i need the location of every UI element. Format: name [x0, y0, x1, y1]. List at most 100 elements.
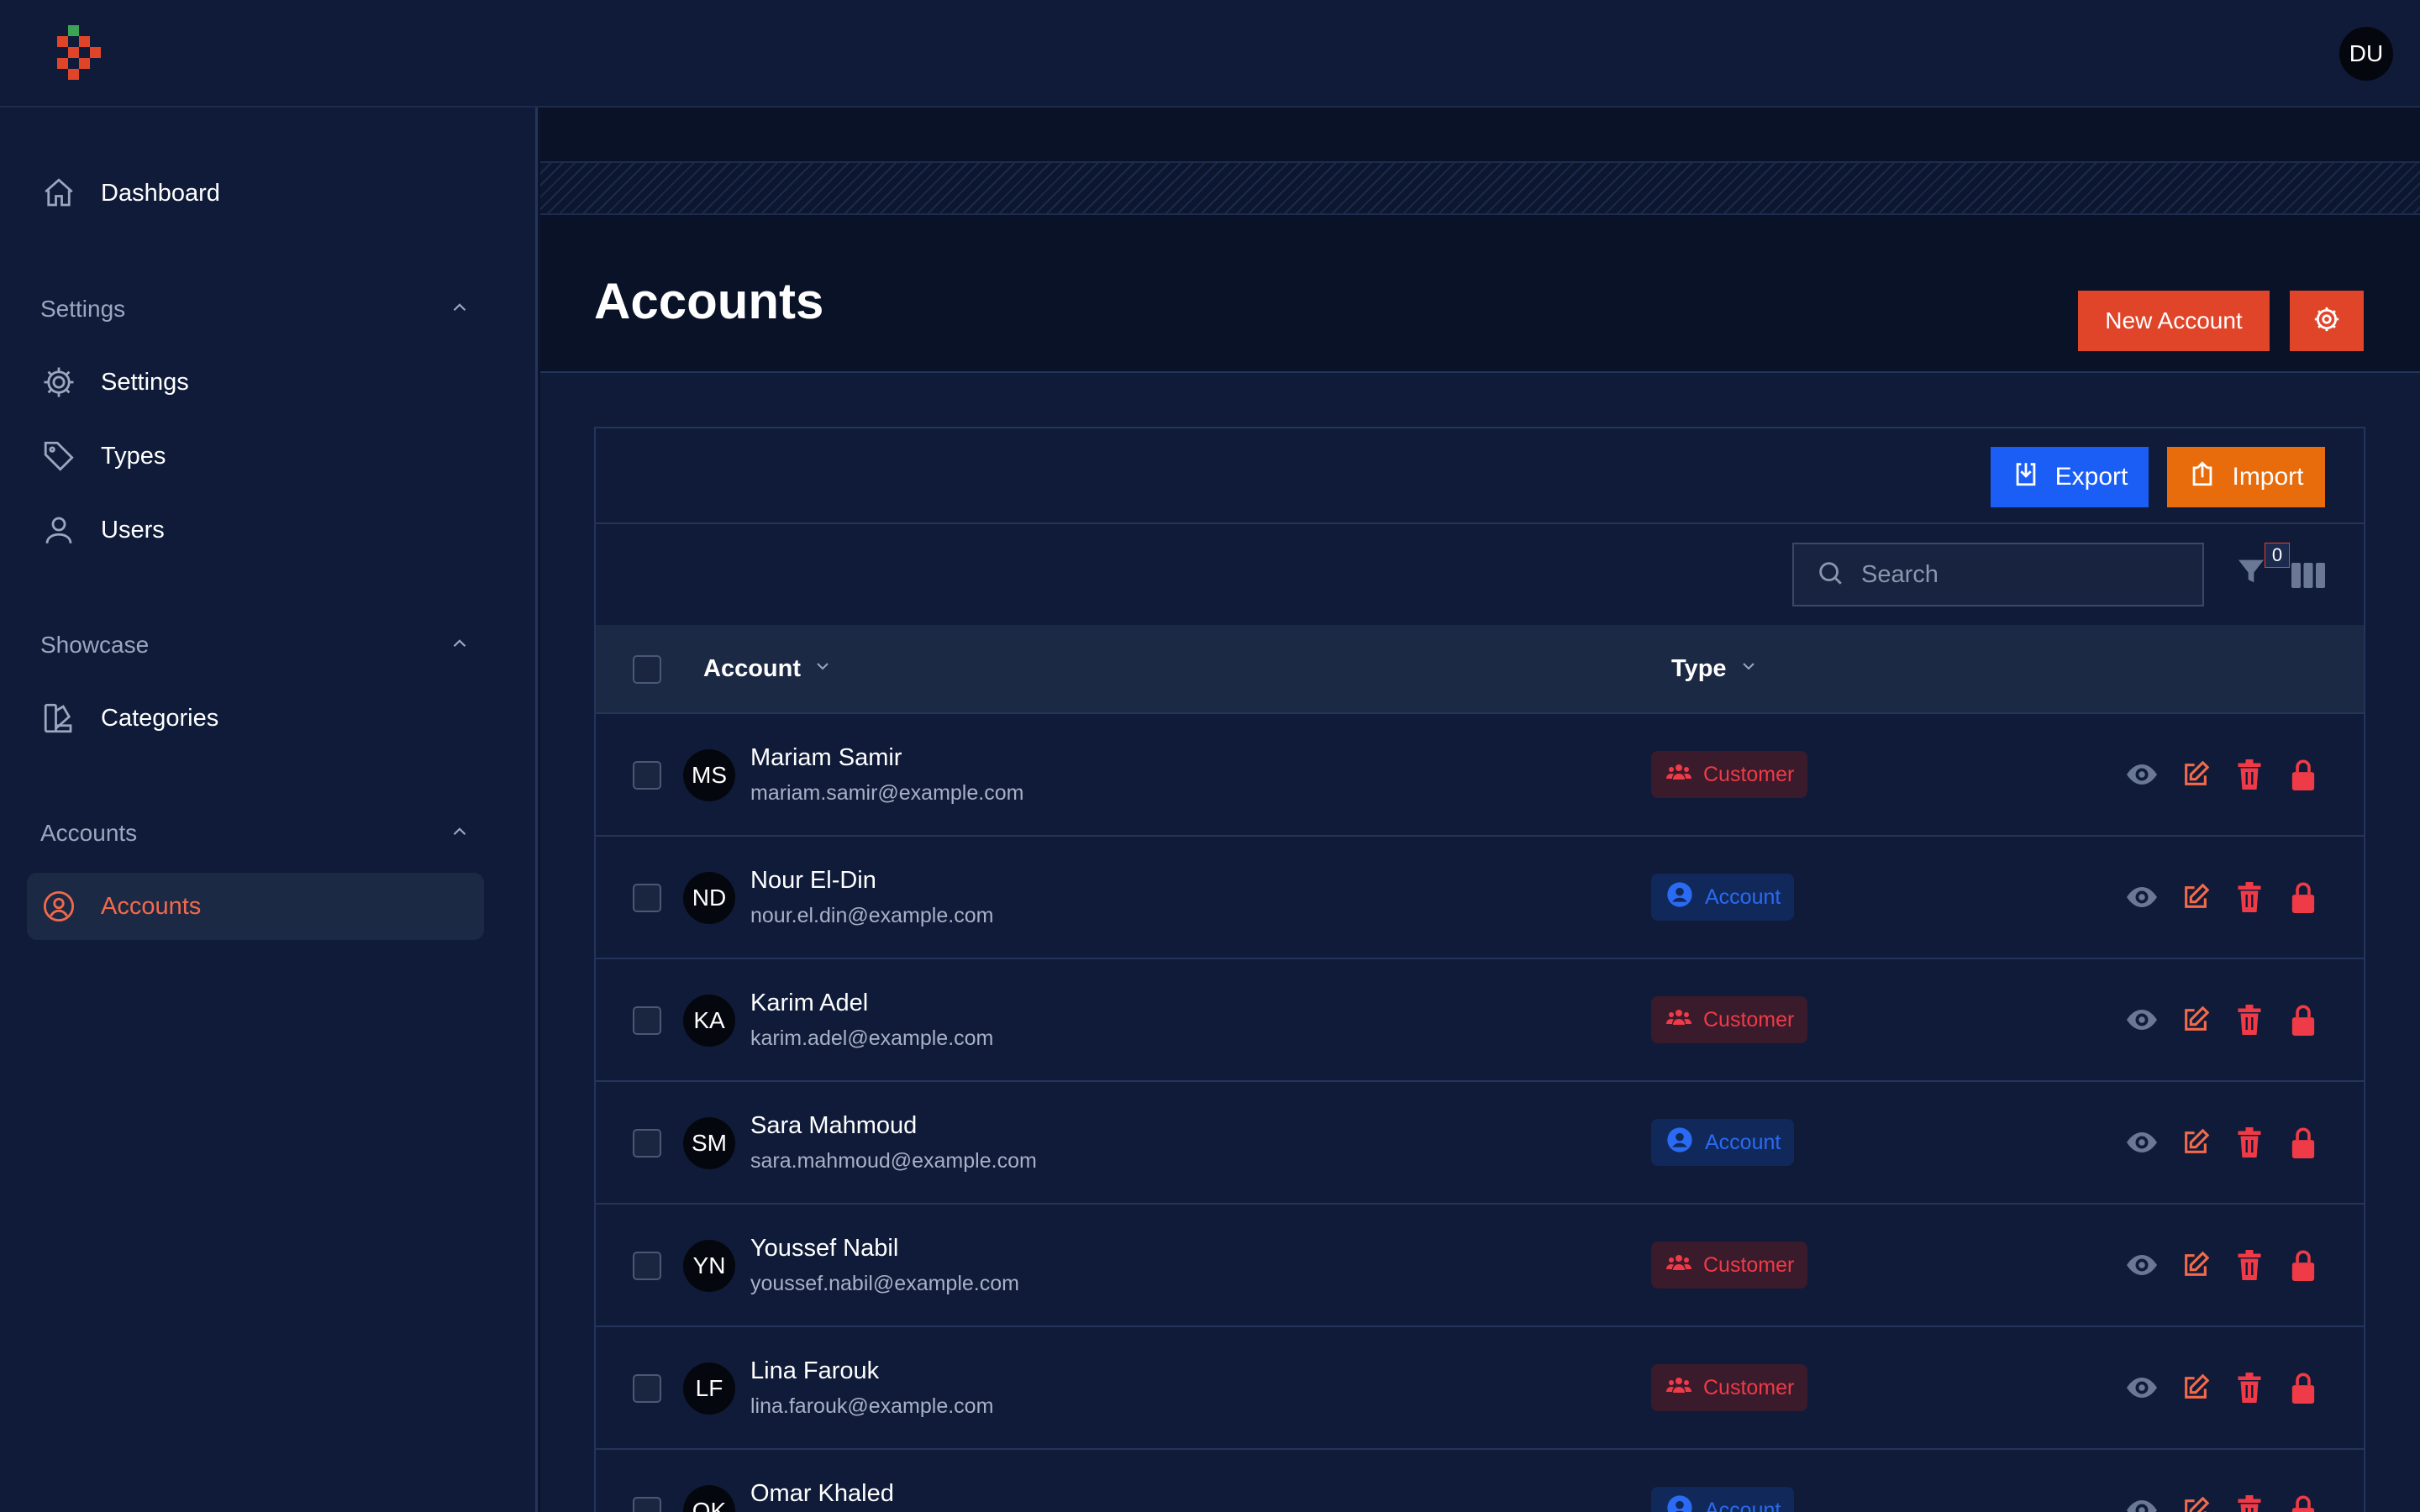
- export-button[interactable]: Export: [1991, 447, 2149, 507]
- account-name[interactable]: Nour El-Din: [750, 867, 876, 895]
- gear-icon: [40, 364, 77, 401]
- lock-icon[interactable]: [2288, 1003, 2318, 1037]
- row-checkbox[interactable]: [633, 1497, 661, 1512]
- sidebar-item-label: Dashboard: [101, 179, 220, 207]
- lock-icon[interactable]: [2288, 1126, 2318, 1159]
- edit-icon[interactable]: [2181, 1003, 2211, 1037]
- select-all-checkbox[interactable]: [633, 655, 661, 684]
- row-checkbox[interactable]: [633, 1129, 661, 1158]
- edit-icon[interactable]: [2181, 1248, 2211, 1282]
- users-group-icon: [1666, 1006, 1691, 1034]
- settings-button[interactable]: [2290, 291, 2364, 351]
- import-label: Import: [2232, 463, 2304, 491]
- search-box[interactable]: [1792, 543, 2204, 606]
- edit-icon[interactable]: [2181, 880, 2211, 914]
- app-logo[interactable]: [54, 25, 104, 84]
- sidebar-item-settings[interactable]: Settings: [27, 349, 484, 416]
- sidebar-group-accounts[interactable]: Accounts: [40, 813, 471, 853]
- view-icon[interactable]: [2127, 1248, 2157, 1282]
- table-row[interactable]: YN Youssef Nabil youssef.nabil@example.com…: [596, 1205, 2364, 1327]
- new-account-button[interactable]: New Account: [2078, 291, 2270, 351]
- row-actions: [2127, 1126, 2318, 1159]
- page-header: Accounts New Account: [540, 215, 2420, 373]
- users-group-icon: [1666, 1374, 1691, 1402]
- search-input[interactable]: [1861, 560, 2181, 589]
- sidebar-item-categories[interactable]: Categories: [27, 685, 484, 752]
- sidebar-item-accounts[interactable]: Accounts: [27, 873, 484, 940]
- type-label: Customer: [1703, 1252, 1795, 1277]
- account-name[interactable]: Youssef Nabil: [750, 1235, 898, 1263]
- sidebar-item-dashboard[interactable]: Dashboard: [27, 160, 484, 227]
- sidebar-group-showcase[interactable]: Showcase: [40, 625, 471, 665]
- top-strip: [540, 108, 2420, 163]
- lock-icon[interactable]: [2288, 1371, 2318, 1404]
- sidebar-item-label: Users: [101, 516, 165, 543]
- table-row[interactable]: KA Karim Adel karim.adel@example.com Custom…: [596, 959, 2364, 1082]
- edit-icon[interactable]: [2181, 1371, 2211, 1404]
- delete-icon[interactable]: [2234, 1003, 2265, 1037]
- account-name[interactable]: Mariam Samir: [750, 744, 902, 772]
- view-icon[interactable]: [2127, 758, 2157, 791]
- column-header-account[interactable]: Account: [703, 655, 833, 683]
- row-actions: [2127, 880, 2318, 914]
- delete-icon[interactable]: [2234, 758, 2265, 791]
- table-row[interactable]: LF Lina Farouk lina.farouk@example.com Cust…: [596, 1327, 2364, 1450]
- lock-icon[interactable]: [2288, 758, 2318, 791]
- lock-icon[interactable]: [2288, 880, 2318, 914]
- account-email: nour.el.din@example.com: [750, 904, 994, 927]
- sidebar-group-settings[interactable]: Settings: [40, 289, 471, 329]
- view-icon[interactable]: [2127, 1371, 2157, 1404]
- table-row[interactable]: ND Nour El-Din nour.el.din@example.com Acco…: [596, 837, 2364, 959]
- export-label: Export: [2054, 463, 2128, 491]
- type-badge: Customer: [1651, 1364, 1808, 1411]
- edit-icon[interactable]: [2181, 758, 2211, 791]
- table-row[interactable]: SM Sara Mahmoud sara.mahmoud@example.com Ac…: [596, 1082, 2364, 1205]
- view-icon[interactable]: [2127, 1494, 2157, 1512]
- row-checkbox[interactable]: [633, 1252, 661, 1280]
- row-checkbox[interactable]: [633, 884, 661, 912]
- tag-icon: [40, 438, 77, 475]
- row-checkbox[interactable]: [633, 1374, 661, 1403]
- table-header: Account Type: [596, 625, 2364, 714]
- row-checkbox[interactable]: [633, 761, 661, 790]
- column-header-type[interactable]: Type: [1671, 655, 1759, 683]
- edit-icon[interactable]: [2181, 1494, 2211, 1512]
- account-name[interactable]: Sara Mahmoud: [750, 1112, 917, 1140]
- upload-icon: [2188, 459, 2217, 495]
- lock-icon[interactable]: [2288, 1248, 2318, 1282]
- edit-icon[interactable]: [2181, 1126, 2211, 1159]
- type-badge: Account: [1651, 874, 1795, 921]
- delete-icon[interactable]: [2234, 1126, 2265, 1159]
- sidebar-item-types[interactable]: Types: [27, 423, 484, 490]
- account-email: youssef.nabil@example.com: [750, 1272, 1019, 1295]
- delete-icon[interactable]: [2234, 880, 2265, 914]
- column-label: Type: [1671, 655, 1727, 682]
- swatch-icon: [40, 700, 77, 737]
- lock-icon[interactable]: [2288, 1494, 2318, 1512]
- delete-icon[interactable]: [2234, 1494, 2265, 1512]
- avatar: OK: [683, 1485, 735, 1512]
- view-icon[interactable]: [2127, 1126, 2157, 1159]
- row-actions: [2127, 1248, 2318, 1282]
- view-icon[interactable]: [2127, 1003, 2157, 1037]
- import-button[interactable]: Import: [2167, 447, 2325, 507]
- table-toolbar: Export Import: [596, 428, 2364, 524]
- row-checkbox[interactable]: [633, 1006, 661, 1035]
- account-name[interactable]: Omar Khaled: [750, 1480, 894, 1508]
- type-badge: Customer: [1651, 1242, 1808, 1289]
- sidebar-item-users[interactable]: Users: [27, 496, 484, 564]
- table-row[interactable]: OK Omar Khaled Account: [596, 1450, 2364, 1512]
- accounts-table-panel: Export Import 0: [594, 427, 2365, 1512]
- columns-icon[interactable]: [2291, 561, 2325, 590]
- gear-icon: [2312, 305, 2341, 338]
- account-name[interactable]: Karim Adel: [750, 990, 868, 1017]
- view-icon[interactable]: [2127, 880, 2157, 914]
- user-avatar[interactable]: DU: [2339, 27, 2393, 81]
- type-badge: Account: [1651, 1487, 1795, 1512]
- chevron-up-icon: [449, 297, 471, 323]
- table-row[interactable]: MS Mariam Samir mariam.samir@example.com Cu…: [596, 714, 2364, 837]
- account-name[interactable]: Lina Farouk: [750, 1357, 879, 1385]
- account-email: karim.adel@example.com: [750, 1026, 994, 1050]
- delete-icon[interactable]: [2234, 1371, 2265, 1404]
- delete-icon[interactable]: [2234, 1248, 2265, 1282]
